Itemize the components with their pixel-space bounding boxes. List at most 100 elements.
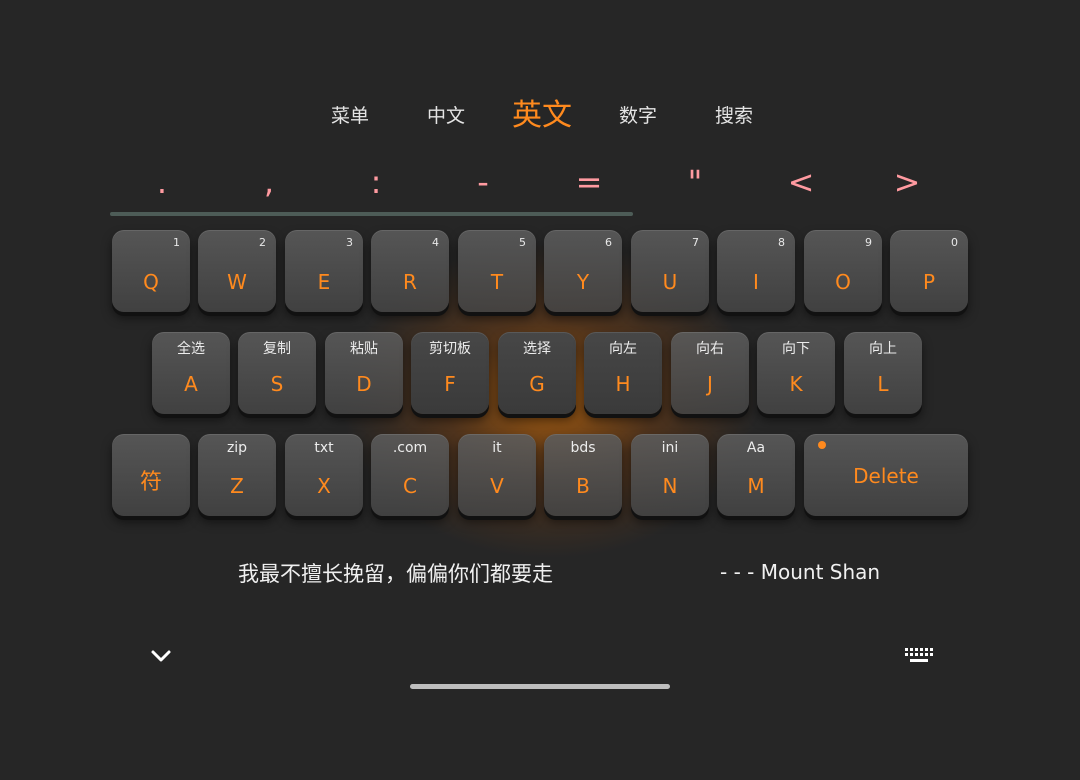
symbol-key[interactable]: , [239,160,299,208]
symbol-scroll-fill [110,212,634,216]
key-letter: P [922,270,936,294]
key-g[interactable]: 选择 G [498,332,576,414]
symbol-mode-key[interactable]: 符 [112,434,190,516]
key-letter: J [707,372,713,396]
key-letter: C [403,474,417,498]
symbol-key[interactable]: = [559,160,619,208]
key-x[interactable]: txt X [285,434,363,516]
key-hint: .com [392,440,428,456]
key-letter: G [529,372,545,396]
mode-tabs: 菜单 中文 英文 数字 搜索 [0,96,1080,140]
symbol-key[interactable]: - [453,160,513,208]
key-hint: 向左 [609,341,637,357]
collapse-keyboard-button[interactable] [141,636,181,676]
key-letter: I [753,270,759,294]
key-letter: X [317,474,331,498]
key-m[interactable]: Aa M [717,434,795,516]
key-l[interactable]: 向上 L [844,332,922,414]
key-hint: 向上 [869,341,897,357]
indicator-dot [818,441,826,449]
key-b[interactable]: bds B [544,434,622,516]
key-d[interactable]: 粘贴 D [325,332,403,414]
key-letter: U [662,270,678,294]
key-number: 6 [605,236,612,249]
key-e[interactable]: 3E [285,230,363,312]
key-letter: F [444,372,456,396]
key-letter: V [490,474,504,498]
key-r[interactable]: 4R [371,230,449,312]
key-letter: W [227,270,247,294]
tab-search[interactable]: 搜索 [694,96,774,140]
chevron-down-icon [151,650,171,662]
key-hint: zip [226,440,248,456]
tab-menu[interactable]: 菜单 [310,96,390,140]
key-number: 1 [173,236,180,249]
key-letter: A [184,372,198,396]
key-hint: 复制 [263,341,291,357]
key-letter: R [403,270,417,294]
key-letter: S [270,372,284,396]
key-u[interactable]: 7U [631,230,709,312]
key-p[interactable]: 0P [890,230,968,312]
tab-chinese[interactable]: 中文 [406,96,486,140]
symbol-scroll-indicator [110,212,968,216]
key-letter: O [835,270,851,294]
symbol-key[interactable]: . [132,160,192,208]
key-letter: T [490,270,504,294]
key-letter: N [662,474,678,498]
key-label: 符 [139,470,162,495]
key-c[interactable]: .com C [371,434,449,516]
key-letter: M [747,474,765,498]
tab-english[interactable]: 英文 [502,96,582,140]
key-letter: Y [576,270,590,294]
keyboard-icon [905,648,933,662]
delete-key[interactable]: Delete [804,434,968,516]
key-q[interactable]: 1Q [112,230,190,312]
key-letter: D [356,372,372,396]
key-hint: 粘贴 [350,341,378,357]
key-hint: txt [314,440,334,456]
symbol-key[interactable]: < [771,160,831,208]
key-n[interactable]: ini N [631,434,709,516]
key-i[interactable]: 8I [717,230,795,312]
key-h[interactable]: 向左 H [584,332,662,414]
key-hint: 向右 [696,341,724,357]
key-number: 8 [778,236,785,249]
symbol-bar: . , : - = " < > [0,160,1080,208]
key-z[interactable]: zip Z [198,434,276,516]
key-t[interactable]: 5T [458,230,536,312]
key-a[interactable]: 全选 A [152,332,230,414]
key-hint: 全选 [177,341,205,357]
key-letter: H [615,372,631,396]
key-hint: 向下 [782,341,810,357]
key-y[interactable]: 6Y [544,230,622,312]
symbol-key[interactable]: " [665,160,725,208]
key-number: 3 [346,236,353,249]
key-s[interactable]: 复制 S [238,332,316,414]
key-hint: bds [570,440,596,456]
symbol-key[interactable]: > [877,160,937,208]
home-indicator[interactable] [410,684,670,689]
key-v[interactable]: it V [458,434,536,516]
key-j[interactable]: 向右 J [671,332,749,414]
key-letter: Q [143,270,159,294]
key-hint: ini [661,440,679,456]
key-letter: B [576,474,590,498]
switch-keyboard-button[interactable] [899,636,939,676]
key-number: 9 [865,236,872,249]
key-o[interactable]: 9O [804,230,882,312]
delete-label: Delete [853,464,919,488]
quote-author: - - - Mount Shan [720,560,881,584]
key-hint: Aa [746,440,766,456]
key-letter: Z [230,474,244,498]
key-letter: L [877,372,889,396]
key-number: 7 [692,236,699,249]
key-k[interactable]: 向下 K [757,332,835,414]
key-letter: K [789,372,803,396]
symbol-key[interactable]: : [346,160,406,208]
tab-numbers[interactable]: 数字 [598,96,678,140]
key-w[interactable]: 2W [198,230,276,312]
key-number: 4 [432,236,439,249]
key-f[interactable]: 剪切板 F [411,332,489,414]
key-number: 5 [519,236,526,249]
